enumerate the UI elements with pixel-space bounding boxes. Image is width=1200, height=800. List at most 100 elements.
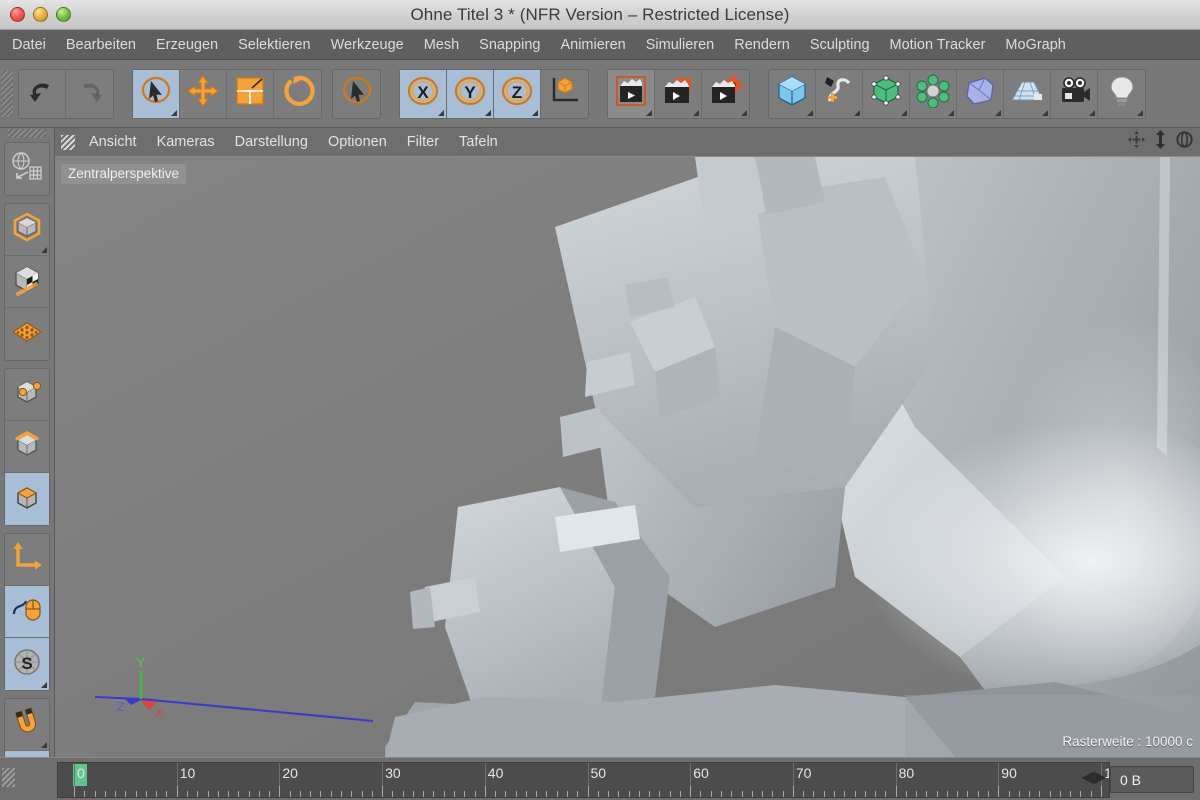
toolbar-button-cube-primitive[interactable] [769, 69, 816, 118]
toolbar-button-redo-arrow[interactable] [66, 70, 113, 118]
zoom-window-button[interactable] [56, 7, 71, 22]
button-submenu-corner-icon[interactable] [41, 682, 47, 688]
toolbar-button-render-to-picture-viewer[interactable] [655, 69, 702, 118]
pan-view-icon[interactable] [1127, 130, 1146, 154]
menu-item-selektieren[interactable]: Selektieren [228, 30, 321, 59]
button-submenu-corner-icon[interactable] [995, 109, 1001, 116]
button-submenu-corner-icon[interactable] [741, 109, 747, 116]
palette-button-edges-mode[interactable] [5, 421, 49, 473]
palette-button-soft-selection[interactable]: S [5, 638, 49, 690]
button-submenu-corner-icon[interactable] [854, 109, 860, 116]
menu-item-snapping[interactable]: Snapping [469, 30, 550, 59]
timeline-scroll-icon[interactable]: ◀▶ [1081, 770, 1106, 786]
palette-button-model-mode[interactable] [5, 204, 49, 256]
menu-item-mograph[interactable]: MoGraph [995, 30, 1075, 59]
toolbar-button-world-object-coordinates[interactable] [541, 70, 588, 118]
button-submenu-corner-icon[interactable] [41, 247, 47, 253]
menu-item-datei[interactable]: Datei [0, 30, 56, 59]
button-submenu-corner-icon[interactable] [532, 109, 538, 116]
menu-item-bearbeiten[interactable]: Bearbeiten [56, 30, 146, 59]
button-submenu-corner-icon[interactable] [438, 109, 444, 116]
palette-button-magnet-snap[interactable] [5, 699, 49, 751]
timeline-tick [772, 791, 774, 797]
timeline-tick [946, 791, 948, 797]
menu-item-simulieren[interactable]: Simulieren [636, 30, 725, 59]
timeline-tick [310, 791, 312, 797]
minimize-window-button[interactable] [33, 7, 48, 22]
menu-item-animieren[interactable]: Animieren [550, 30, 635, 59]
toolbar-button-generator-nurbs[interactable] [863, 69, 910, 118]
toolbar-button-undo-arrow[interactable] [19, 69, 66, 118]
button-submenu-corner-icon[interactable] [1137, 109, 1143, 116]
toolbar-button-select-tool[interactable] [133, 69, 180, 118]
menu-item-motion-tracker[interactable]: Motion Tracker [880, 30, 996, 59]
soft-selection-icon: S [10, 645, 44, 684]
timeline-tick [803, 791, 805, 797]
toolbar-button-x-axis-lock[interactable]: X [400, 69, 447, 118]
button-submenu-corner-icon[interactable] [807, 109, 813, 116]
cinema4d-window: Ohne Titel 3 * (NFR Version – Restricted… [0, 0, 1200, 800]
toolbar-button-render-settings[interactable] [702, 70, 749, 118]
rotate-view-icon[interactable] [1175, 130, 1194, 154]
menu-item-werkzeuge[interactable]: Werkzeuge [321, 30, 414, 59]
toolbar-button-z-axis-lock[interactable]: Z [494, 69, 541, 118]
toolbar-button-live-selection[interactable] [333, 70, 380, 118]
timeline-major-divider [74, 763, 75, 786]
dolly-view-icon[interactable] [1152, 130, 1169, 154]
menu-item-sculpting[interactable]: Sculpting [800, 30, 880, 59]
viewport-menu-ansicht[interactable]: Ansicht [79, 128, 147, 156]
timeline-ruler[interactable]: 0102030405060708090100 [57, 762, 1110, 798]
button-submenu-corner-icon[interactable] [171, 109, 177, 116]
button-submenu-corner-icon[interactable] [948, 109, 954, 116]
close-window-button[interactable] [10, 7, 25, 22]
toolbar-button-camera[interactable] [1051, 69, 1098, 118]
palette-button-workplane-mode[interactable] [5, 308, 49, 360]
viewport-menu-optionen[interactable]: Optionen [318, 128, 397, 156]
rotate-tool-icon [281, 74, 315, 113]
palette-button-texture-mode[interactable] [5, 256, 49, 308]
toolbar-button-floor-grid[interactable] [1004, 69, 1051, 118]
toolbar-button-move-tool[interactable] [180, 69, 227, 118]
timeline-tick [382, 786, 384, 797]
floor-grid-icon [1010, 74, 1044, 113]
button-submenu-corner-icon[interactable] [41, 742, 47, 748]
palette-button-enable-axis[interactable] [5, 534, 49, 586]
viewport-header-drag-handle[interactable] [61, 134, 75, 150]
viewport-menu-tafeln[interactable]: Tafeln [449, 128, 508, 156]
timeline-tick [84, 791, 86, 797]
palette-button-points-mode[interactable] [5, 369, 49, 421]
make-editable-icon [10, 150, 44, 189]
viewport-menu-darstellung[interactable]: Darstellung [225, 128, 318, 156]
button-submenu-corner-icon[interactable] [1042, 109, 1048, 116]
toolbar-button-render-view[interactable] [608, 69, 655, 118]
viewport-menu-kameras[interactable]: Kameras [147, 128, 225, 156]
toolbar-button-scale-tool[interactable] [227, 69, 274, 118]
viewport-3d[interactable]: Zentralperspektive Y X Z Rasterweite: 1… [55, 157, 1200, 757]
toolbar-group-selection-mode [332, 68, 381, 119]
toolbar-button-deformer[interactable] [910, 69, 957, 118]
palette-group-components [4, 368, 50, 526]
palette-button-polygons-mode[interactable] [5, 473, 49, 525]
timeline-tick [556, 791, 558, 797]
toolbar-button-spline-pen[interactable] [816, 69, 863, 118]
toolbar-drag-handle[interactable] [1, 70, 13, 117]
toolbar-button-y-axis-lock[interactable]: Y [447, 69, 494, 118]
button-submenu-corner-icon[interactable] [1089, 109, 1095, 116]
menu-item-erzeugen[interactable]: Erzeugen [146, 30, 228, 59]
menu-item-rendern[interactable]: Rendern [724, 30, 800, 59]
button-submenu-corner-icon[interactable] [901, 109, 907, 116]
viewport-menu-filter[interactable]: Filter [397, 128, 449, 156]
timeline-drag-handle[interactable] [2, 768, 15, 787]
timeline-tick [217, 791, 219, 797]
palette-button-viewport-solo-mouse[interactable] [5, 586, 49, 638]
button-submenu-corner-icon[interactable] [646, 109, 652, 116]
palette-button-make-editable[interactable] [5, 143, 49, 195]
toolbar-button-scene-environment[interactable] [957, 69, 1004, 118]
model-mode-icon [10, 210, 44, 249]
left-palette-drag-handle[interactable] [8, 129, 46, 138]
button-submenu-corner-icon[interactable] [485, 109, 491, 116]
toolbar-button-light-bulb[interactable] [1098, 70, 1145, 118]
menu-item-mesh[interactable]: Mesh [414, 30, 469, 59]
button-submenu-corner-icon[interactable] [693, 109, 699, 116]
toolbar-button-rotate-tool[interactable] [274, 70, 321, 118]
